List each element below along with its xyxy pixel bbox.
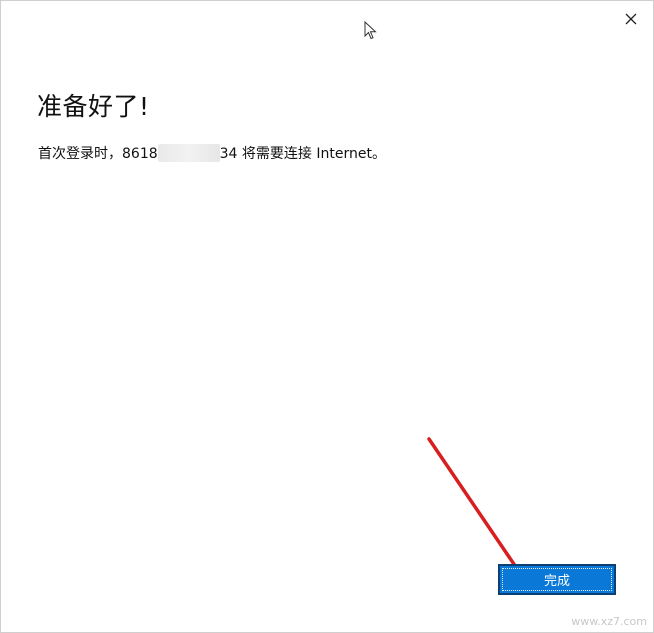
done-button[interactable]: 完成	[498, 564, 616, 595]
close-button[interactable]	[619, 7, 643, 31]
mouse-pointer-icon	[364, 21, 377, 40]
dialog-message: 首次登录时，8618 34 将需要连接 Internet。	[38, 143, 386, 163]
redacted-phone-segment	[157, 144, 220, 162]
message-suffix: 34 将需要连接 Internet。	[219, 146, 386, 162]
close-icon	[625, 13, 637, 25]
setup-dialog: 准备好了! 首次登录时，8618 34 将需要连接 Internet。 完成 w…	[0, 0, 654, 633]
page-title: 准备好了!	[37, 92, 150, 121]
watermark: www.xz7.com	[571, 615, 647, 628]
message-prefix: 首次登录时，8618	[38, 146, 158, 162]
